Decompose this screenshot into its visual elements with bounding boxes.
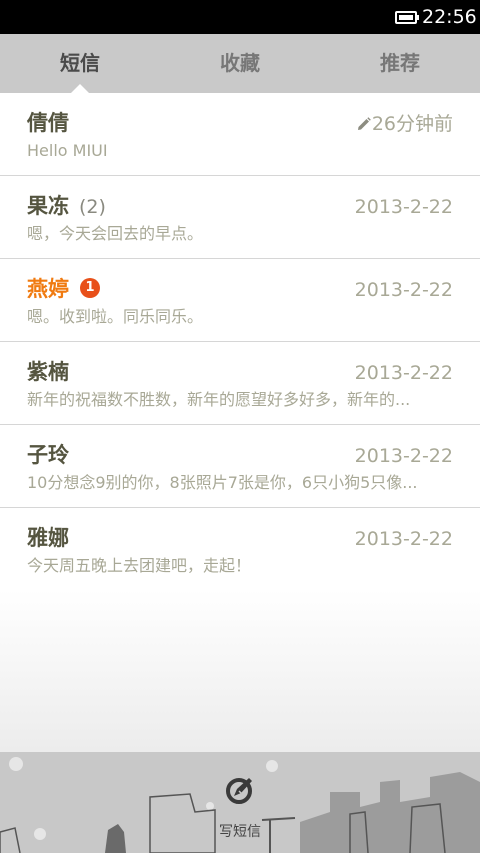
conversation-row[interactable]: 雅娜 2013-2-22 今天周五晚上去团建吧，走起！ <box>0 508 480 591</box>
message-preview: Hello MIUI <box>27 141 108 160</box>
conversation-row[interactable]: 果冻 (2) 2013-2-22 嗯，今天会回去的早点。 <box>0 176 480 259</box>
contact-name: 子玲 <box>27 443 69 467</box>
message-date: 2013-2-22 <box>354 279 453 301</box>
message-preview: 今天周五晚上去团建吧，走起！ <box>27 556 252 575</box>
tab-recommended[interactable]: 推荐 <box>320 34 480 93</box>
message-time: 26分钟前 <box>371 113 453 135</box>
contact-name: 燕婷 <box>27 277 69 301</box>
conversation-list: 倩倩 26分钟前 Hello MIUI 果冻 (2) 2013-2-22 嗯，今… <box>0 93 480 591</box>
status-bar: 22:56 <box>0 0 480 34</box>
message-date: 2013-2-22 <box>354 196 453 218</box>
message-preview: 10分想念9别的你，8张照片7张是你，6只小狗5只像... <box>27 473 418 492</box>
compose-icon <box>226 778 252 804</box>
conversation-row[interactable]: 燕婷 1 2013-2-22 嗯。收到啦。同乐同乐。 <box>0 259 480 342</box>
list-background-fade <box>0 590 480 752</box>
battery-tip <box>417 15 419 20</box>
conversation-row[interactable]: 紫楠 2013-2-22 新年的祝福数不胜数，新年的愿望好多好多，新年的... <box>0 342 480 425</box>
message-count: (2) <box>79 196 106 218</box>
message-preview: 嗯。收到啦。同乐同乐。 <box>27 307 204 326</box>
contact-name: 倩倩 <box>27 111 69 135</box>
message-date: 2013-2-22 <box>354 528 453 550</box>
compose-label: 写短信 <box>219 824 261 840</box>
contact-name: 紫楠 <box>27 360 69 384</box>
unread-badge: 1 <box>80 278 100 298</box>
conversation-row[interactable]: 子玲 2013-2-22 10分想念9别的你，8张照片7张是你，6只小狗5只像.… <box>0 425 480 508</box>
status-time: 22:56 <box>422 6 477 28</box>
draft-pencil-icon <box>358 117 371 130</box>
message-preview: 嗯，今天会回去的早点。 <box>27 224 204 243</box>
contact-name: 果冻 <box>27 194 69 218</box>
contact-name: 雅娜 <box>27 526 69 550</box>
conversation-row[interactable]: 倩倩 26分钟前 Hello MIUI <box>0 93 480 176</box>
compose-button[interactable]: 写短信 <box>200 775 280 845</box>
battery-icon <box>395 11 417 24</box>
message-preview: 新年的祝福数不胜数，新年的愿望好多好多，新年的... <box>27 390 411 409</box>
tab-favorites[interactable]: 收藏 <box>160 34 320 93</box>
message-date: 2013-2-22 <box>354 362 453 384</box>
message-date: 2013-2-22 <box>354 445 453 467</box>
